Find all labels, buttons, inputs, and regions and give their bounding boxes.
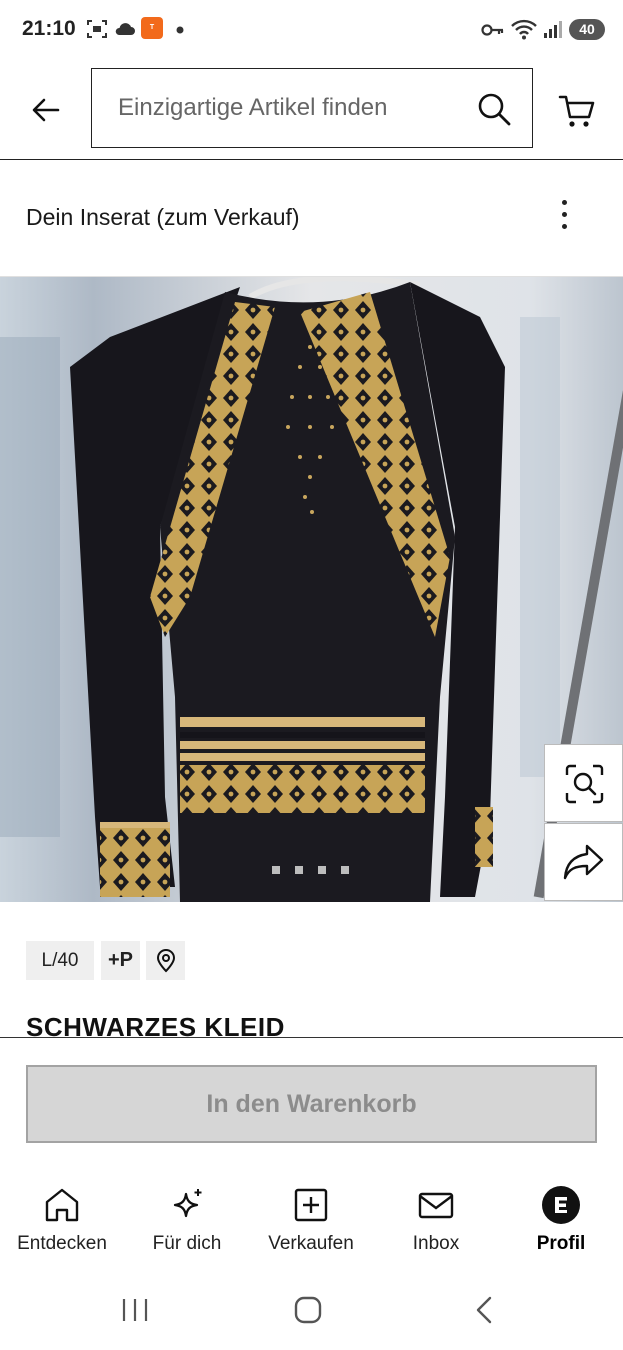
shipping-badge-label: +P [107,949,134,971]
nav-item-verkaufen[interactable]: Verkaufen [249,1180,373,1270]
nav-label-fuer-dich: Für dich [152,1233,222,1254]
home-icon [45,1188,79,1222]
temu-icon: T [141,17,163,39]
nav-item-fuer-dich[interactable]: Für dich [125,1180,249,1270]
system-navigation [0,1270,623,1350]
key-icon [481,24,504,36]
shipping-chip: +P [101,941,140,980]
nav-item-entdecken[interactable]: Entdecken [0,1180,124,1270]
cloud-icon [115,23,135,35]
nav-label-verkaufen: Verkaufen [268,1233,354,1254]
listing-status-row: Dein Inserat (zum Verkauf) [0,160,623,277]
more-vertical-icon[interactable] [557,200,571,236]
size-chip: L/40 [26,941,94,980]
image-pagination-dots [272,866,349,874]
nav-item-profil[interactable]: Profil [499,1180,623,1270]
bottom-navigation: Entdecken Für dich Verkaufen Inbox Profi… [0,1180,623,1270]
mail-icon [418,1192,454,1219]
home-button-icon[interactable] [293,1295,323,1325]
status-time: 21:10 [22,17,76,40]
recents-icon[interactable] [120,1297,150,1323]
sparkle-icon [173,1189,202,1218]
location-chip[interactable] [146,941,185,980]
size-label: L/40 [41,949,79,971]
nav-label-inbox: Inbox [412,1233,460,1254]
add-to-cart-button[interactable]: In den Warenkorb [26,1065,597,1143]
search-bar[interactable] [91,68,533,148]
dot-icon [176,26,184,34]
visual-search-button[interactable] [544,744,623,822]
listing-status-title: Dein Inserat (zum Verkauf) [26,204,300,230]
location-pin-icon [156,948,175,972]
dress-photo [0,277,623,902]
plus-square-icon [294,1188,328,1222]
status-bar: 21:10 T 40 [0,0,623,60]
search-input[interactable] [118,69,458,147]
screenshot-icon [87,20,107,38]
top-header [0,60,623,160]
signal-icon [544,21,562,38]
visual-search-icon [565,764,604,804]
back-icon[interactable] [472,1295,496,1325]
search-icon[interactable] [476,91,512,127]
back-arrow-icon[interactable] [26,90,66,130]
cart-icon[interactable] [557,90,597,130]
nav-label-profil: Profil [536,1233,586,1254]
share-icon [563,844,604,880]
wifi-icon [511,19,537,40]
profile-avatar-icon [542,1186,580,1224]
nav-item-inbox[interactable]: Inbox [374,1180,498,1270]
nav-label-entdecken: Entdecken [17,1233,107,1254]
product-image[interactable] [0,277,623,902]
share-button[interactable] [544,823,623,901]
action-bar: In den Warenkorb [0,1037,623,1180]
battery-indicator: 40 [569,19,605,40]
